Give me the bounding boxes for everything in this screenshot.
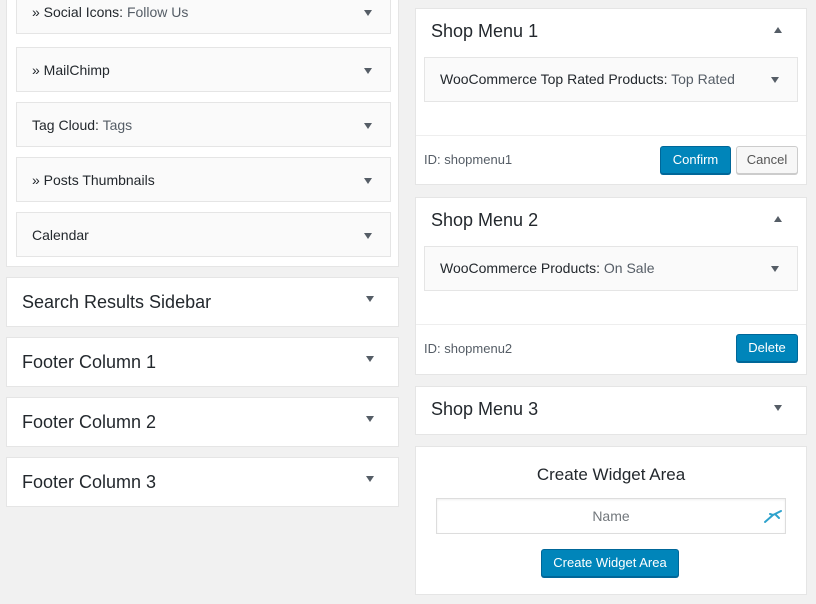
widget-title: Tag Cloud: (32, 117, 99, 133)
widget-woocommerce-top-rated[interactable]: WooCommerce Top Rated Products: Top Rate… (424, 57, 798, 102)
widget-calendar[interactable]: Calendar (16, 212, 391, 257)
widget-mailchimp[interactable]: » MailChimp (16, 47, 391, 92)
sidebar-shop-menu-1: Shop Menu 1 WooCommerce Top Rated Produc… (415, 8, 807, 185)
sidebar-id: ID: shopmenu1 (424, 152, 513, 167)
sidebar-shop-menu-3[interactable]: Shop Menu 3 (415, 386, 807, 435)
sidebar-title: Footer Column 3 (22, 472, 157, 492)
create-widget-area-button[interactable]: Create Widget Area (541, 549, 679, 577)
chevron-down-icon[interactable] (364, 10, 372, 16)
widget-social-icons[interactable]: » Social Icons: Follow Us (16, 0, 391, 34)
widget-subtitle: On Sale (603, 260, 655, 276)
panel-title[interactable]: Shop Menu 1 (431, 21, 538, 42)
sidebar-title: Search Results Sidebar (22, 292, 212, 312)
chevron-down-icon[interactable] (366, 416, 374, 422)
sidebar-id: ID: shopmenu2 (424, 341, 513, 356)
chevron-up-icon[interactable] (774, 27, 782, 33)
sidebar-title: Footer Column 1 (22, 352, 157, 372)
panel-title: Shop Menu 3 (431, 399, 539, 419)
widget-subtitle: Top Rated (671, 71, 735, 87)
chevron-down-icon[interactable] (366, 476, 374, 482)
widget-subtitle: Follow Us (126, 4, 189, 20)
widget-tag-cloud[interactable]: Tag Cloud: Tags (16, 102, 391, 147)
create-widget-area-title: Create Widget Area (536, 465, 686, 484)
create-widget-area-panel: Create Widget Area Create Widget Area (415, 446, 807, 595)
chevron-down-icon[interactable] (366, 296, 374, 302)
chevron-down-icon[interactable] (774, 405, 782, 411)
widget-title: » MailChimp (32, 62, 110, 78)
widget-title: » Posts Thumbnails (32, 172, 155, 188)
chevron-down-icon[interactable] (771, 77, 779, 83)
cancel-button[interactable]: Cancel (736, 146, 798, 174)
chevron-down-icon[interactable] (364, 123, 372, 129)
widget-posts-thumbnails[interactable]: » Posts Thumbnails (16, 157, 391, 202)
widget-subtitle: Tags (102, 117, 133, 133)
chevron-down-icon[interactable] (364, 233, 372, 239)
sidebar-title: Footer Column 2 (22, 412, 157, 432)
sidebar-widgets-panel: » Social Icons: Follow Us » MailChimp Ta… (6, 0, 399, 267)
panel-footer: ID: shopmenu2 Delete (416, 324, 806, 373)
chevron-down-icon[interactable] (771, 266, 779, 272)
widget-title: Calendar (32, 227, 89, 243)
chevron-up-icon[interactable] (774, 216, 782, 222)
delete-button[interactable]: Delete (736, 334, 798, 362)
sidebar-shop-menu-2: Shop Menu 2 WooCommerce Products: On Sal… (415, 197, 807, 375)
sidebar-footer-column-1[interactable]: Footer Column 1 (6, 337, 399, 387)
panel-title[interactable]: Shop Menu 2 (431, 210, 538, 231)
widget-title: WooCommerce Top Rated Products: (440, 71, 668, 87)
autofill-icon[interactable] (763, 507, 783, 525)
sidebar-footer-column-2[interactable]: Footer Column 2 (6, 397, 399, 447)
sidebar-search-results[interactable]: Search Results Sidebar (6, 277, 399, 327)
chevron-down-icon[interactable] (364, 178, 372, 184)
widget-title: WooCommerce Products: (440, 260, 601, 276)
chevron-down-icon[interactable] (364, 68, 372, 74)
sidebar-footer-column-3[interactable]: Footer Column 3 (6, 457, 399, 507)
widget-area-name-input[interactable] (436, 498, 786, 534)
chevron-down-icon[interactable] (366, 356, 374, 362)
widget-woocommerce-products[interactable]: WooCommerce Products: On Sale (424, 246, 798, 291)
panel-footer: ID: shopmenu1 Confirm Cancel (416, 135, 806, 184)
widget-title: » Social Icons: (32, 4, 124, 20)
confirm-button[interactable]: Confirm (660, 146, 731, 174)
